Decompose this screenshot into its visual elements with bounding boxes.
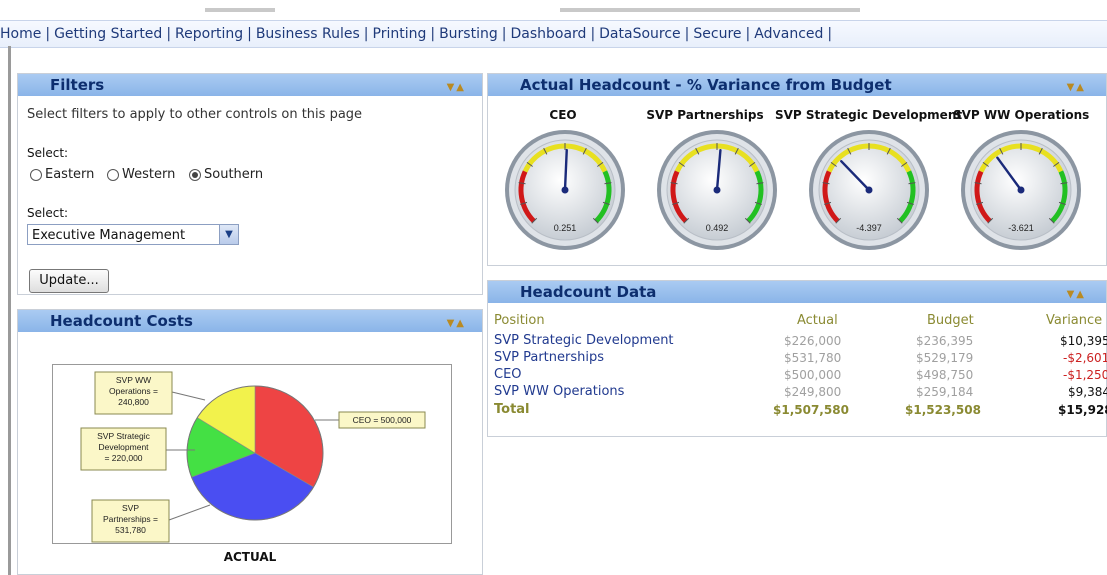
- pie-callout: SVP WW Operations = 240,800: [94, 371, 206, 415]
- callout-text: CEO = 500,000: [353, 415, 412, 425]
- callout-text-line: Development: [98, 442, 149, 452]
- callout-text-line: CEO = 500,000: [353, 415, 412, 425]
- callout-leader-line: [171, 391, 206, 401]
- callout-text-line: SVP: [122, 503, 139, 513]
- callout-leader-line: [168, 504, 211, 521]
- pie-chart-label: ACTUAL: [223, 550, 277, 564]
- pie-callout: CEO = 500,000: [315, 411, 426, 429]
- callout-text-line: Partnerships =: [103, 514, 158, 524]
- callout-text-line: = 220,000: [104, 453, 142, 463]
- callout-text-line: SVP Strategic: [97, 431, 151, 441]
- pie-callout: SVP Partnerships = 531,780: [91, 499, 211, 543]
- callout-text-line: 531,780: [115, 525, 146, 535]
- callout-text-line: Operations =: [109, 386, 158, 396]
- callout-text-line: 240,800: [118, 397, 149, 407]
- pie-chart-svg: SVP WW Operations = 240,800 SVP Strategic De…: [80, 371, 426, 543]
- pie-callout: SVP Strategic Development = 220,000: [80, 427, 195, 471]
- callout-text-line: SVP WW: [116, 375, 151, 385]
